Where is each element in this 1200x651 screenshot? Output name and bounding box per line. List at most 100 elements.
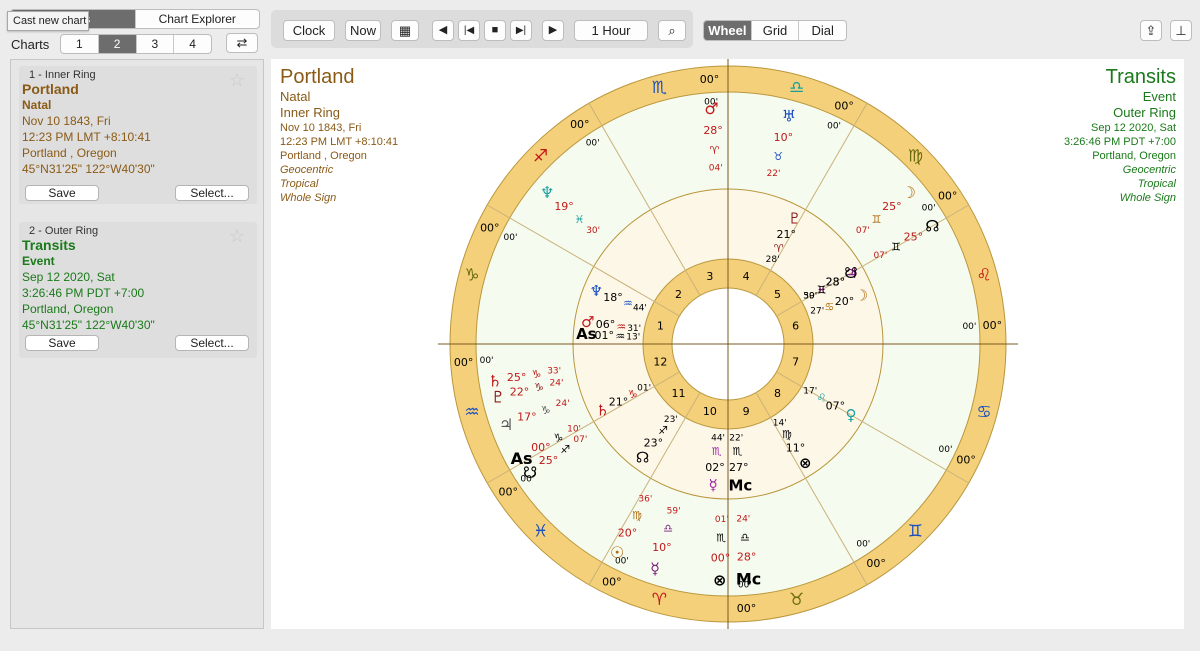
zodiac-sign-icon: ♐ xyxy=(533,147,548,167)
chart-wheel[interactable]: ♒00° 00'♓00°00'♈00°00'♉00°00'♊00°00'♋00°0… xyxy=(271,59,1184,629)
transit-minute-label: 10' xyxy=(567,424,581,434)
view-grid[interactable]: Grid xyxy=(752,21,800,40)
natal-minute-label: 01' xyxy=(637,384,651,394)
chart-area: Portland Natal Inner Ring Nov 10 1843, F… xyxy=(271,59,1184,629)
card-type: Event xyxy=(22,254,55,268)
select-button[interactable]: Select... xyxy=(175,185,249,201)
transit-degree-label: 28° xyxy=(737,551,757,564)
skip-forward-icon: ▶| xyxy=(515,25,527,36)
charts-label: Charts xyxy=(11,37,50,52)
favorite-star-icon[interactable]: ☆ xyxy=(229,226,245,247)
rim-degree-label: 00° xyxy=(983,319,1003,332)
transit-minute-label: 24' xyxy=(550,379,564,389)
chart-card-inner[interactable]: 1 - Inner Ring ☆ Portland Natal Nov 10 1… xyxy=(19,66,257,204)
natal-minute-label: 31' xyxy=(627,324,641,334)
view-dial[interactable]: Dial xyxy=(799,21,846,40)
transit-degree-label: 25° xyxy=(539,454,559,467)
play-icon: ▶ xyxy=(548,24,558,36)
card-time: 12:23 PM LMT +8:10:41 xyxy=(22,130,151,144)
transit-degree-label: 00° xyxy=(531,441,551,454)
rim-degree-label: 00° xyxy=(834,99,854,112)
transit-planet-icon: ☊ xyxy=(925,217,939,236)
transit-degree-label: 17° xyxy=(517,411,537,424)
natal-planet-icon: ♇ xyxy=(788,210,801,228)
play-button[interactable]: ▶ xyxy=(542,20,564,41)
transit-planet-icon: ♃ xyxy=(499,415,513,434)
zodiac-sign-icon: ♌ xyxy=(976,265,991,285)
save-button[interactable]: Save xyxy=(25,185,99,201)
search-button[interactable]: ⌕ xyxy=(658,20,686,41)
clock-button[interactable]: Clock xyxy=(283,20,335,41)
calendar-button[interactable]: ▦ xyxy=(391,20,419,41)
step-back-button[interactable]: ◀ xyxy=(432,20,454,41)
now-button[interactable]: Now xyxy=(345,20,381,41)
share-icon: ⇪ xyxy=(1145,23,1157,38)
chart-count-4[interactable]: 4 xyxy=(174,35,211,53)
interval-select[interactable]: 1 Hour xyxy=(574,20,648,41)
transit-minute-label: 07' xyxy=(573,435,587,445)
zodiac-sign-icon: ♏ xyxy=(652,78,667,98)
transit-minute-label: 24' xyxy=(556,399,570,409)
transit-degree-label: 22° xyxy=(510,386,530,399)
rim-degree-label: 00° xyxy=(499,486,519,499)
house-number-label: 5 xyxy=(774,288,781,301)
sidebar: 1 - Inner Ring ☆ Portland Natal Nov 10 1… xyxy=(10,59,264,629)
shuffle-button[interactable]: ⇄ xyxy=(226,33,258,53)
transit-planet-icon: ☽ xyxy=(902,183,916,202)
house-number-label: 7 xyxy=(792,356,799,369)
house-number-label: 10 xyxy=(703,405,717,418)
natal-degree-label: 23° xyxy=(826,276,846,289)
stop-button[interactable]: ■ xyxy=(484,20,506,41)
transit-sign-icon: ♑ xyxy=(534,381,544,394)
zodiac-sign-icon: ♎ xyxy=(789,78,804,98)
chart-count-2[interactable]: 2 xyxy=(98,35,137,53)
transit-planet-icon: ♂ xyxy=(704,99,718,118)
chart-count-3[interactable]: 3 xyxy=(137,35,175,53)
transit-sign-icon: ♑ xyxy=(531,368,541,381)
transit-minute-label: 33' xyxy=(547,367,561,377)
transit-degree-label: 25° xyxy=(882,200,902,213)
share-button[interactable]: ⇪ xyxy=(1140,20,1162,41)
rim-minute-label: 00' xyxy=(504,233,518,243)
chart-count-1[interactable]: 1 xyxy=(61,35,99,53)
select-button[interactable]: Select... xyxy=(175,335,249,351)
transit-planet-icon: ♆ xyxy=(540,183,554,202)
transit-sign-icon: ♈ xyxy=(710,144,720,157)
natal-sign-icon: ♌ xyxy=(817,392,827,405)
natal-degree-label: 07° xyxy=(826,400,846,413)
natal-degree-label: 20° xyxy=(835,295,855,308)
transit-sign-icon: ♎ xyxy=(740,531,750,544)
rim-degree-label: 00° xyxy=(938,189,958,202)
natal-minute-label: 22' xyxy=(729,434,743,444)
natal-planet-icon: ♆ xyxy=(590,282,603,300)
transit-degree-label: 00° xyxy=(711,551,731,564)
view-wheel[interactable]: Wheel xyxy=(704,21,752,40)
chart-card-outer[interactable]: 2 - Outer Ring ☆ Transits Event Sep 12 2… xyxy=(19,222,257,358)
transit-planet-icon: ⊗ xyxy=(713,570,726,589)
house-number-label: 3 xyxy=(706,270,713,283)
skip-forward-button[interactable]: ▶| xyxy=(510,20,532,41)
transit-degree-label: 25° xyxy=(904,231,924,244)
natal-planet-icon: ☿ xyxy=(709,476,718,494)
tab-chart-explorer[interactable]: Chart Explorer xyxy=(136,10,260,28)
natal-planet-icon: ☊ xyxy=(636,448,649,466)
skip-back-button[interactable]: |◀ xyxy=(458,20,480,41)
house-number-label: 12 xyxy=(653,356,667,369)
natal-minute-label: 28' xyxy=(766,255,780,265)
pin-button[interactable]: ⊥ xyxy=(1170,20,1192,41)
rim-minute-label: 00' xyxy=(480,356,494,366)
transit-minute-label: 24' xyxy=(736,514,750,524)
view-switcher: Wheel Grid Dial xyxy=(703,20,847,41)
save-button[interactable]: Save xyxy=(25,335,99,351)
cast-new-chart-tooltip: Cast new chart xyxy=(7,11,89,31)
transit-planet-icon: ♅ xyxy=(782,107,796,126)
card-type: Natal xyxy=(22,98,52,112)
transit-minute-label: 01' xyxy=(715,515,729,525)
natal-sign-icon: ♏ xyxy=(712,445,722,458)
transit-sign-icon: ♑ xyxy=(553,432,563,445)
zodiac-sign-icon: ♋ xyxy=(976,403,991,423)
favorite-star-icon[interactable]: ☆ xyxy=(229,70,245,91)
rim-minute-label: 00' xyxy=(856,540,870,550)
transit-minute-label: 59' xyxy=(667,506,681,516)
natal-sign-icon: ♏ xyxy=(732,445,742,458)
